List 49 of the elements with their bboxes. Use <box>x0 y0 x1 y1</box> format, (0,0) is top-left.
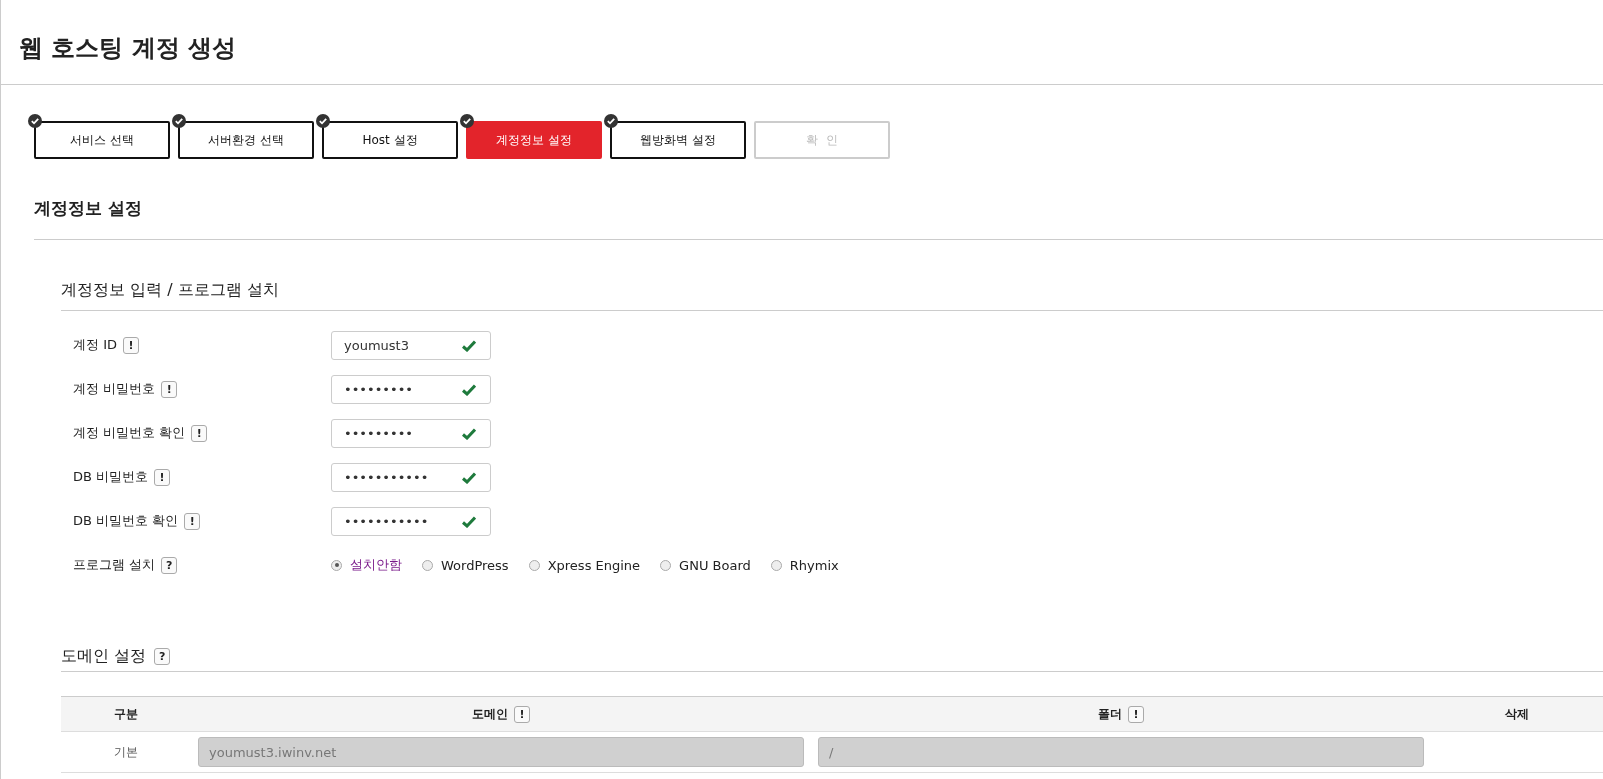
help-badge[interactable]: ? <box>154 647 171 665</box>
step-tab[interactable]: 계정정보 설정 <box>466 121 602 159</box>
radio-button[interactable] <box>528 559 540 571</box>
field-value: youmust3 <box>343 337 409 353</box>
info-badge[interactable]: ! <box>184 512 201 530</box>
field-label: DB 비밀번호 <box>73 468 149 486</box>
input-field[interactable]: ••••••••• <box>331 418 491 448</box>
subsection-title: 도메인 설정 <box>61 645 147 667</box>
section-title: 계정정보 설정 <box>33 197 143 220</box>
info-badge[interactable]: ! <box>154 468 171 486</box>
radio-button[interactable] <box>660 559 672 571</box>
input-field[interactable]: ••••••••••• <box>331 506 491 536</box>
radio-button[interactable] <box>422 559 433 571</box>
step-tab[interactable]: 웹방화벽 설정 <box>610 121 746 159</box>
radio-label[interactable]: Xpress Engine <box>547 557 641 573</box>
input-field[interactable]: youmust3 <box>331 330 491 360</box>
step-tab[interactable]: 서버환경 선택 <box>178 121 314 159</box>
subsection-title: 계정정보 입력 / 프로그램 설치 <box>61 279 280 301</box>
field-value: ••••••••• <box>343 381 413 397</box>
radio-button[interactable] <box>331 559 342 571</box>
column-label: 삭제 <box>1505 705 1529 723</box>
table-cell-text: 기본 <box>113 743 139 761</box>
info-badge[interactable]: ! <box>123 336 139 354</box>
input-field[interactable]: ••••••••• <box>331 374 491 404</box>
column-label: 구분 <box>114 705 138 723</box>
help-badge[interactable]: ? <box>161 556 178 574</box>
field-label: DB 비밀번호 확인 <box>73 512 179 530</box>
column-label: 도메인 <box>472 705 508 723</box>
input-field[interactable]: ••••••••••• <box>331 462 491 492</box>
step-tab[interactable]: Host 설정 <box>322 121 458 159</box>
field-label: 프로그램 설치 <box>73 556 156 574</box>
info-badge[interactable]: ! <box>1128 705 1144 723</box>
field-label: 계정 비밀번호 <box>73 380 156 398</box>
field-value: ••••••••••• <box>343 469 429 485</box>
step-tab[interactable]: 서비스 선택 <box>34 121 170 159</box>
info-badge[interactable]: ! <box>161 380 178 398</box>
field-label: 계정 ID <box>73 336 117 354</box>
info-badge[interactable]: ! <box>191 424 208 442</box>
field-value: ••••••••••• <box>343 513 429 529</box>
page-title: 웹 호스팅 계정 생성 <box>18 33 238 64</box>
radio-label[interactable]: GNU Board <box>679 557 751 573</box>
column-label: 폴더 <box>1098 705 1122 723</box>
radio-label[interactable]: 설치안함 <box>350 556 402 574</box>
field-value: ••••••••• <box>343 425 413 441</box>
info-badge[interactable]: ! <box>514 705 530 723</box>
radio-label[interactable]: WordPress <box>441 557 509 573</box>
radio-label[interactable]: Rhymix <box>789 557 839 573</box>
radio-button[interactable] <box>770 559 782 571</box>
field-label: 계정 비밀번호 확인 <box>73 424 186 442</box>
